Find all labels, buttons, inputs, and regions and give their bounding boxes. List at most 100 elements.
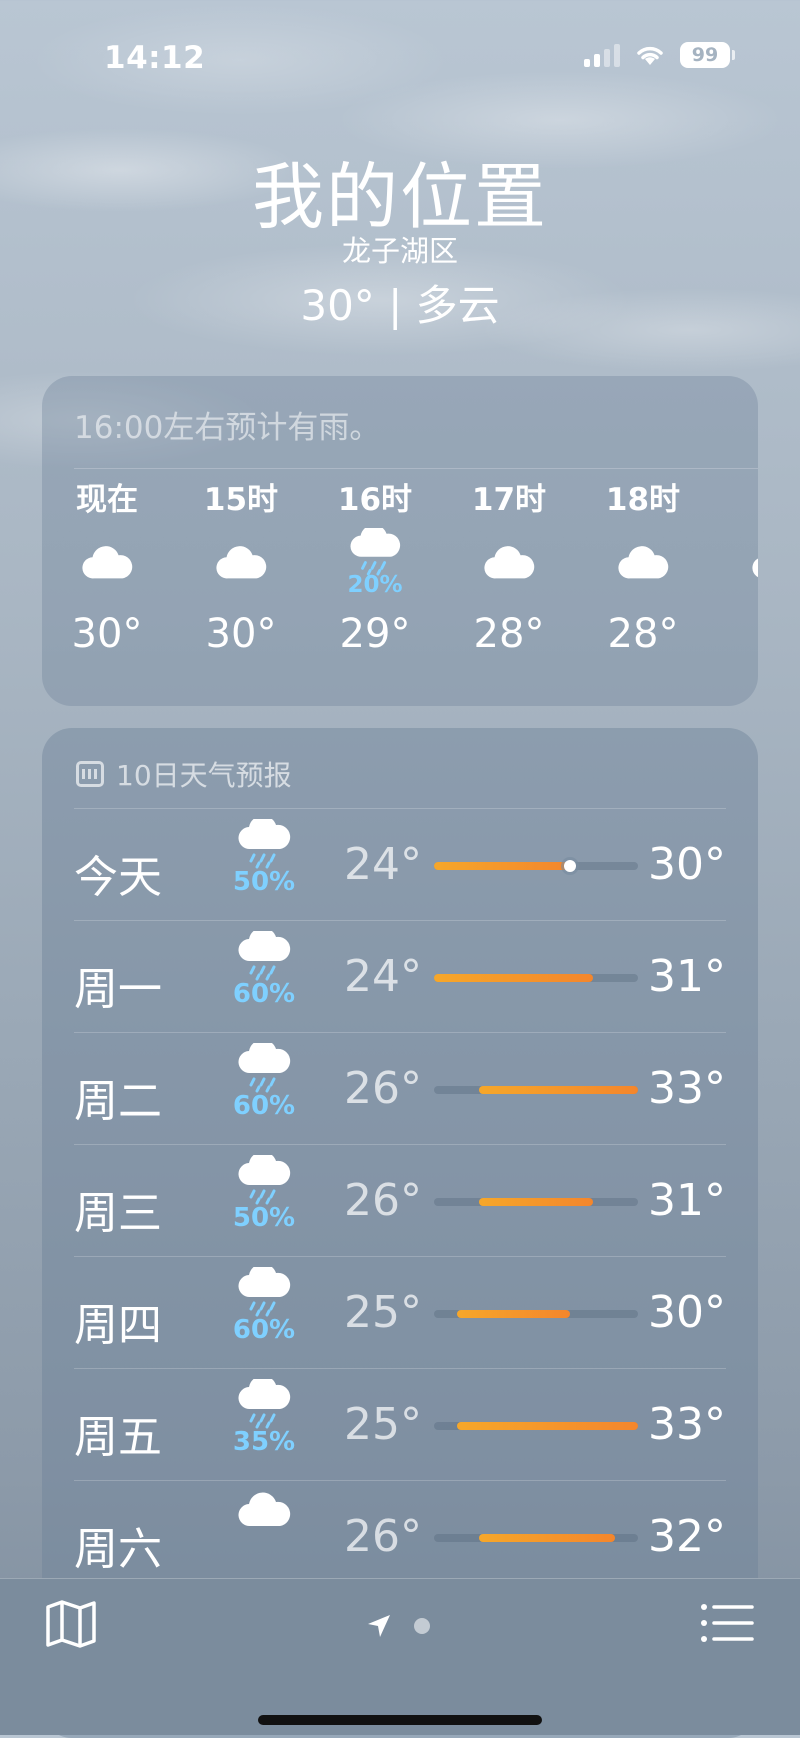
daily-forecast-title: 10日天气预报: [116, 759, 292, 792]
day-precip: 50%: [232, 1203, 296, 1233]
day-name: 周一: [74, 964, 162, 1015]
day-name: 周四: [74, 1300, 162, 1351]
daily-row[interactable]: 今天 50% 24° 30°: [74, 808, 726, 921]
day-high-temp: 33°: [648, 1399, 726, 1450]
cloud-rain-icon: 60%: [224, 931, 304, 1009]
daily-row[interactable]: 周一 60% 24° 31°: [74, 920, 726, 1033]
temp-range-fill: [434, 974, 593, 982]
day-low-temp: 26°: [344, 1511, 422, 1562]
temp-range-bar: [434, 1422, 638, 1430]
daily-forecast-header: 10日天气预报: [76, 754, 292, 794]
day-low-temp: 26°: [344, 1063, 422, 1114]
hour-label: 现在: [76, 482, 138, 518]
day-high-temp: 31°: [648, 951, 726, 1002]
calendar-icon: [76, 761, 104, 787]
temp-range-fill: [479, 1198, 593, 1206]
hour-precip: 20%: [347, 572, 403, 598]
hour-label: 16时: [337, 482, 413, 518]
day-high-temp: 30°: [648, 839, 726, 890]
current-temp-condition: 30° | 多云: [300, 281, 500, 330]
hourly-forecast-card[interactable]: 16:00左右预计有雨。 现在 30° 15时 30° 16时 20% 29° 17时 28° 1…: [42, 376, 758, 706]
cloud-rain-icon: 50%: [224, 1155, 304, 1233]
day-low-temp: 25°: [344, 1287, 422, 1338]
hourly-item: 12: [722, 480, 758, 662]
cellular-signal-icon: [584, 43, 620, 67]
day-precip: 50%: [232, 867, 296, 897]
day-low-temp: 26°: [344, 1175, 422, 1226]
page-dot[interactable]: [414, 1618, 430, 1634]
day-precip: 60%: [232, 1091, 296, 1121]
temp-range-fill: [456, 1422, 638, 1430]
cloud-icon: [454, 520, 564, 606]
hour-temp: 28°: [607, 611, 679, 657]
hour-label: 1: [722, 480, 758, 520]
day-name: 周五: [74, 1412, 162, 1463]
hour-temp: 2: [722, 606, 758, 662]
day-high-temp: 31°: [648, 1175, 726, 1226]
day-high-temp: 30°: [648, 1287, 726, 1338]
cloud-rain-icon: 50%: [224, 819, 304, 897]
day-name: 今天: [74, 852, 162, 903]
cloud-rain-icon: 60%: [224, 1043, 304, 1121]
temp-range-bar: [434, 1086, 638, 1094]
day-low-temp: 24°: [344, 951, 422, 1002]
temp-range-fill: [479, 1534, 616, 1542]
cloud-rain-icon: 60%: [224, 1267, 304, 1345]
day-precip: 35%: [232, 1427, 296, 1457]
map-icon[interactable]: [44, 1599, 98, 1649]
daily-row[interactable]: 周三 50% 26° 31°: [74, 1144, 726, 1257]
bottom-toolbar: [0, 1578, 800, 1735]
daily-row[interactable]: 周六 26° 32°: [74, 1480, 726, 1593]
location-district: 龙子湖区: [341, 234, 458, 268]
cloud-icon: [722, 520, 758, 606]
hour-temp: 30°: [205, 611, 277, 657]
hourly-item: 15时 30°: [186, 480, 296, 662]
location-arrow-icon[interactable]: [366, 1613, 392, 1639]
status-indicators: 99: [584, 42, 735, 68]
daily-row[interactable]: 周四 60% 25° 30°: [74, 1256, 726, 1369]
hourly-item: 18时 28°: [588, 480, 698, 662]
list-icon[interactable]: [700, 1603, 754, 1643]
temp-range-bar: [434, 974, 638, 982]
cloud-icon: [224, 1491, 304, 1529]
temp-range-bar: [434, 1310, 638, 1318]
day-name: 周二: [74, 1076, 162, 1127]
day-high-temp: 32°: [648, 1511, 726, 1562]
day-low-temp: 25°: [344, 1399, 422, 1450]
temp-range-fill: [456, 1310, 570, 1318]
divider: [74, 468, 758, 469]
home-indicator[interactable]: [258, 1715, 542, 1725]
day-high-temp: 33°: [648, 1063, 726, 1114]
hourly-summary: 16:00左右预计有雨。: [74, 410, 381, 446]
page-indicator[interactable]: [366, 1613, 430, 1639]
status-time: 14:12: [104, 40, 206, 76]
temp-range-bar: [434, 860, 638, 872]
day-precip: 60%: [232, 979, 296, 1009]
hour-temp: 29°: [339, 611, 411, 657]
hour-label: 17时: [471, 482, 547, 518]
day-name: 周六: [74, 1524, 162, 1575]
hour-label: 18时: [605, 482, 681, 518]
hour-label: 15时: [203, 482, 279, 518]
battery-icon: 99: [680, 42, 735, 68]
temp-range-fill: [434, 862, 570, 870]
hour-temp: 28°: [473, 611, 545, 657]
cloud-rain-icon: 35%: [224, 1379, 304, 1457]
daily-row[interactable]: 周五 35% 25° 33°: [74, 1368, 726, 1481]
hourly-item: 现在 30°: [52, 480, 162, 662]
hour-temp: 30°: [71, 611, 143, 657]
temp-range-bar: [434, 1198, 638, 1206]
day-precip: 60%: [232, 1315, 296, 1345]
wifi-icon: [637, 46, 663, 65]
cloud-icon: [186, 520, 296, 606]
hourly-item: 17时 28°: [454, 480, 564, 662]
current-temp-dot: [564, 860, 576, 872]
day-low-temp: 24°: [344, 839, 422, 890]
daily-row[interactable]: 周二 60% 26° 33°: [74, 1032, 726, 1145]
cloud-icon: [588, 520, 698, 606]
day-name: 周三: [74, 1188, 162, 1239]
cloud-icon: [52, 520, 162, 606]
hourly-item: 16时 20% 29°: [320, 480, 430, 662]
temp-range-bar: [434, 1534, 638, 1542]
cloud-rain-icon: 20%: [320, 520, 430, 606]
